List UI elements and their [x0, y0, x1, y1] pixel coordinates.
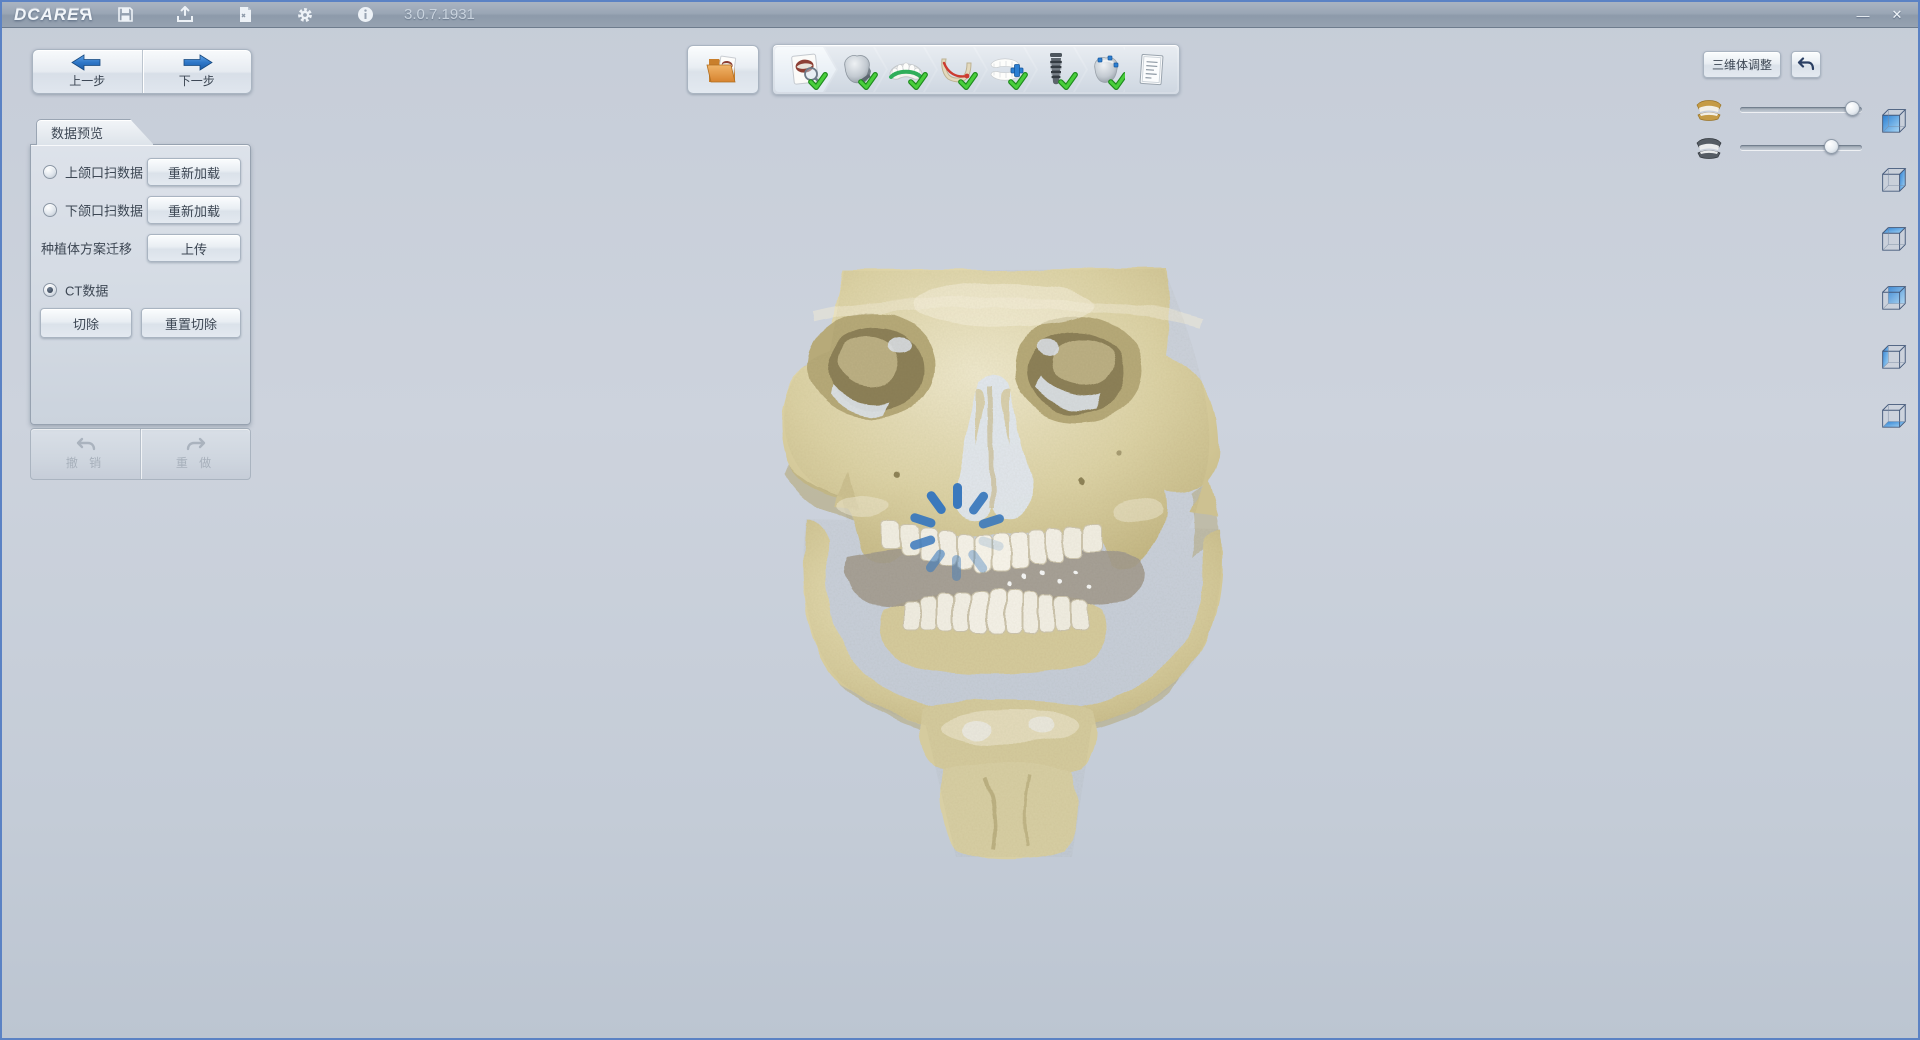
step-done-check-icon	[908, 72, 928, 90]
view-cube-right[interactable]	[1876, 161, 1910, 195]
close-button[interactable]: ✕	[1882, 5, 1912, 25]
reset-cut-button[interactable]: 重置切除	[141, 308, 241, 338]
upper-scan-radio[interactable]	[43, 165, 57, 179]
upload-button[interactable]: 上传	[147, 234, 241, 262]
reload-lower-button[interactable]: 重新加载	[147, 196, 241, 224]
patient-folder-button[interactable]	[687, 45, 759, 94]
upper-scan-row: 上颌口扫数据 重新加载	[31, 157, 250, 187]
view-cube-front[interactable]	[1876, 102, 1910, 136]
redo-label: 重 做	[176, 454, 215, 471]
next-step-label: 下一步	[179, 72, 215, 89]
implant-plan-row: 种植体方案迁移 上传	[31, 233, 250, 263]
maxilla-opacity-row	[1694, 98, 1874, 122]
view-cube-back[interactable]	[1876, 279, 1910, 313]
view-cube-left[interactable]	[1876, 338, 1910, 372]
step-done-check-icon	[808, 72, 828, 90]
workflow-steps	[772, 44, 1180, 95]
next-step-button[interactable]: 下一步	[142, 50, 252, 93]
maxilla-opacity-slider[interactable]	[1740, 107, 1862, 112]
maxilla-opacity-thumb[interactable]	[1845, 101, 1860, 116]
export-icon[interactable]	[172, 4, 198, 26]
workflow-step-scan-preview[interactable]	[775, 47, 836, 92]
titlebar-toolbar	[112, 4, 378, 26]
step-done-check-icon	[1058, 72, 1078, 90]
ct-data-label: CT数据	[65, 281, 108, 300]
step-done-check-icon	[958, 72, 978, 90]
ct-skull-render	[772, 257, 1252, 877]
lower-scan-label: 下颌口扫数据	[65, 201, 143, 220]
view-orientation-column	[1876, 102, 1910, 431]
undo-icon	[75, 437, 97, 453]
workflow-step-report[interactable]	[1125, 47, 1177, 92]
report-file-icon[interactable]	[232, 4, 258, 26]
settings-gear-icon[interactable]	[292, 4, 318, 26]
maxilla-teeth-icon	[1694, 98, 1724, 122]
lower-scan-row: 下颌口扫数据 重新加载	[31, 195, 250, 225]
prev-step-button[interactable]: 上一步	[33, 50, 142, 93]
data-preview-panel: 上颌口扫数据 重新加载 下颌口扫数据 重新加载 种植体方案迁移 上传 CT数据 …	[30, 144, 251, 425]
report-icon	[1134, 51, 1168, 89]
undo-arrow-icon	[1797, 57, 1815, 72]
prev-step-label: 上一步	[69, 72, 105, 89]
step-nav-group: 上一步 下一步	[32, 49, 252, 94]
ct-data-radio[interactable]	[43, 283, 57, 297]
info-icon[interactable]	[352, 4, 378, 26]
view-cube-bottom[interactable]	[1876, 397, 1910, 431]
reload-upper-button[interactable]: 重新加载	[147, 158, 241, 186]
titlebar: DCARER 3.0.7.1931 — ✕	[2, 2, 1918, 28]
minimize-button[interactable]: —	[1848, 5, 1878, 25]
save-icon[interactable]	[112, 4, 138, 26]
mandible-opacity-slider[interactable]	[1740, 145, 1862, 150]
loading-spinner	[902, 477, 1012, 587]
arrow-left-icon	[70, 54, 104, 71]
folder-icon	[705, 53, 741, 87]
app-version: 3.0.7.1931	[404, 6, 475, 23]
redo-button[interactable]: 重 做	[140, 429, 250, 479]
undo-label: 撤 销	[66, 454, 105, 471]
view-cube-top[interactable]	[1876, 220, 1910, 254]
ct-data-row: CT数据	[31, 275, 250, 305]
ct-3d-viewport[interactable]	[2, 29, 1918, 1038]
undo-redo-group: 撤 销 重 做	[30, 428, 251, 480]
lower-scan-radio[interactable]	[43, 203, 57, 217]
step-done-check-icon	[858, 72, 878, 90]
volume-adjust-button[interactable]: 三维体调整	[1703, 51, 1781, 78]
step-done-check-icon	[1008, 72, 1028, 90]
redo-icon	[185, 437, 207, 453]
mandible-teeth-icon	[1694, 136, 1724, 160]
arrow-right-icon	[180, 54, 214, 71]
implant-plan-label: 种植体方案迁移	[41, 239, 132, 258]
undo-button[interactable]: 撤 销	[31, 429, 140, 479]
upper-scan-label: 上颌口扫数据	[65, 163, 143, 182]
reset-view-button[interactable]	[1791, 51, 1821, 78]
app-logo: DCARER	[14, 5, 94, 25]
mandible-opacity-row	[1694, 136, 1874, 160]
mandible-opacity-thumb[interactable]	[1824, 139, 1839, 154]
cut-button[interactable]: 切除	[40, 308, 132, 338]
